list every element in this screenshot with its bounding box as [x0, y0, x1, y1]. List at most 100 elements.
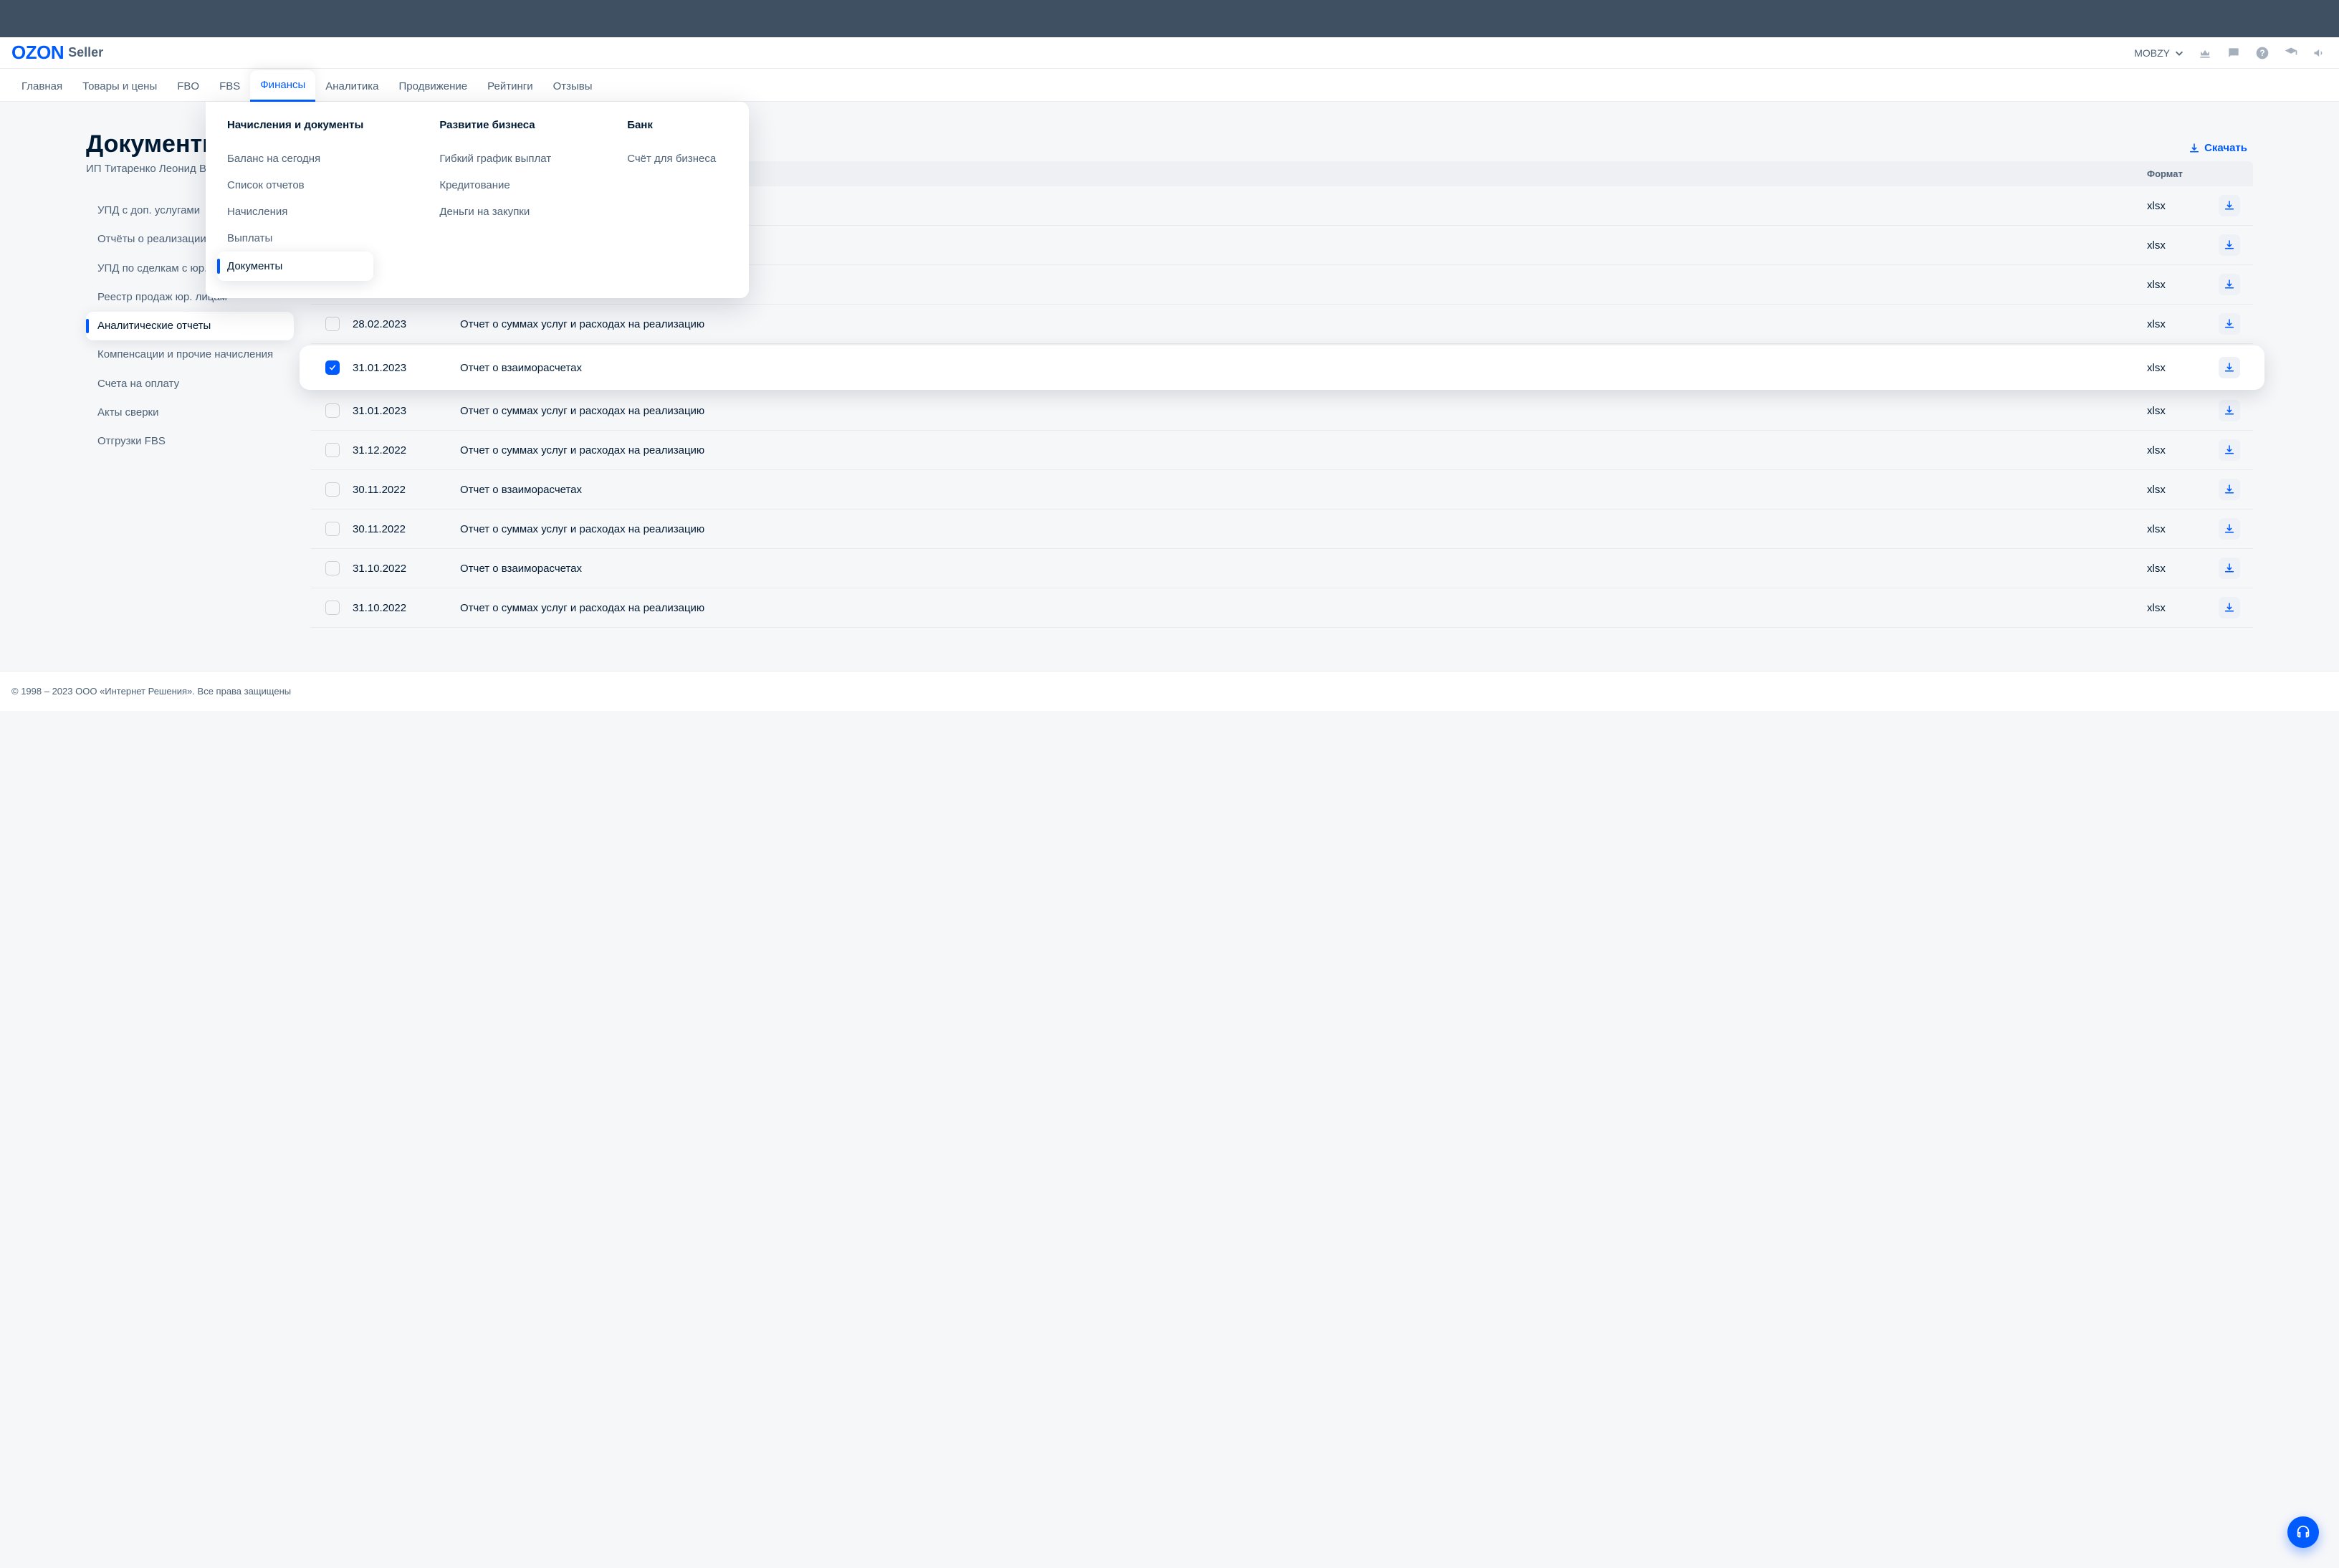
dropdown-item[interactable]: Список отчетов [227, 172, 363, 199]
row-name: Отчет о суммах услуг и расходах на реали… [456, 523, 2147, 535]
row-date: 31.12.2022 [348, 444, 456, 456]
row-download-button[interactable] [2219, 558, 2240, 579]
row-download-button[interactable] [2219, 597, 2240, 618]
sidebar-item-6[interactable]: Счета на оплату [86, 370, 294, 398]
support-chat-fab[interactable] [2287, 1516, 2319, 1548]
row-download-button[interactable] [2219, 479, 2240, 500]
download-icon [2224, 279, 2235, 290]
sidebar-item-5[interactable]: Компенсации и прочие начисления [86, 340, 294, 369]
sidebar-item-4[interactable]: Аналитические отчеты [86, 312, 294, 340]
table-row: 31.01.2023Отчет о суммах услуг и расхода… [311, 391, 2253, 431]
row-format: xlsx [2147, 563, 2211, 575]
table-row: 28.02.2023Отчет о суммах услуг и расхода… [311, 305, 2253, 344]
dropdown-column-title: Банк [627, 119, 727, 131]
row-format: xlsx [2147, 200, 2211, 212]
row-format: xlsx [2147, 444, 2211, 456]
help-icon[interactable]: ? [2254, 45, 2270, 61]
row-download-button[interactable] [2219, 439, 2240, 461]
row-format: xlsx [2147, 602, 2211, 614]
chat-icon[interactable] [2226, 45, 2242, 61]
download-icon [2224, 484, 2235, 495]
footer: © 1998 – 2023 ООО «Интернет Решения». Вс… [0, 671, 2339, 711]
sidebar-item-7[interactable]: Акты сверки [86, 398, 294, 427]
nav-item-5[interactable]: Аналитика [315, 72, 388, 101]
account-name: MOBZY [2134, 47, 2170, 59]
row-download-button[interactable] [2219, 518, 2240, 540]
download-icon [2224, 523, 2235, 535]
row-download-button[interactable] [2219, 357, 2240, 378]
sidebar-item-8[interactable]: Отгрузки FBS [86, 427, 294, 456]
row-download-button[interactable] [2219, 195, 2240, 216]
header: OZON Seller MOBZY ? [0, 37, 2339, 69]
download-icon [2224, 444, 2235, 456]
row-download-button[interactable] [2219, 400, 2240, 421]
row-checkbox[interactable] [325, 601, 340, 615]
download-icon [2224, 200, 2235, 211]
row-format: xlsx [2147, 279, 2211, 291]
download-icon [2224, 405, 2235, 416]
logo[interactable]: OZON Seller [11, 42, 103, 64]
row-name: Отчет о суммах услуг и расходах на реали… [456, 444, 2147, 456]
table-row: 31.10.2022Отчет о суммах услуг и расхода… [311, 588, 2253, 628]
row-checkbox[interactable] [325, 522, 340, 536]
nav-item-2[interactable]: FBO [167, 72, 209, 101]
dropdown-item[interactable]: Выплаты [227, 225, 363, 252]
row-name: Отчет о взаиморасчетах [456, 484, 2147, 496]
row-checkbox[interactable] [325, 561, 340, 575]
nav-item-8[interactable]: Отзывы [543, 72, 603, 101]
download-all-button[interactable]: Скачать [2189, 142, 2247, 154]
dropdown-item[interactable]: Кредитование [439, 172, 551, 199]
dropdown-column-1: Развитие бизнесаГибкий график выплатКред… [418, 119, 573, 281]
table-row: 31.12.2022Отчет о суммах услуг и расхода… [311, 431, 2253, 470]
row-checkbox[interactable] [325, 443, 340, 457]
headset-icon [2295, 1524, 2311, 1540]
dropdown-item[interactable]: Деньги на закупки [439, 199, 551, 225]
table-row: 30.11.2022Отчет о суммах услуг и расхода… [311, 510, 2253, 549]
dropdown-item[interactable]: Счёт для бизнеса [627, 145, 727, 172]
download-icon [2224, 318, 2235, 330]
row-name: Отчет о взаиморасчетах [456, 563, 2147, 575]
nav-item-6[interactable]: Продвижение [389, 72, 478, 101]
dropdown-column-0: Начисления и документыБаланс на сегодняС… [206, 119, 385, 281]
dropdown-item[interactable]: Начисления [227, 199, 363, 225]
row-date: 30.11.2022 [348, 523, 456, 535]
row-download-button[interactable] [2219, 234, 2240, 256]
row-checkbox[interactable] [325, 317, 340, 331]
graduation-icon[interactable] [2283, 45, 2299, 61]
nav-item-1[interactable]: Товары и цены [72, 72, 167, 101]
table-row: 30.11.2022Отчет о взаиморасчетахxlsx [311, 470, 2253, 510]
nav-item-4[interactable]: Финансы [250, 70, 315, 102]
dropdown-item[interactable]: Документы [217, 252, 373, 281]
nav-item-3[interactable]: FBS [209, 72, 250, 101]
row-format: xlsx [2147, 239, 2211, 252]
megaphone-icon[interactable] [2312, 45, 2328, 61]
row-name: Отчет о суммах услуг и расходах на реали… [456, 318, 2147, 330]
account-menu[interactable]: MOBZY [2134, 47, 2184, 59]
row-date: 31.10.2022 [348, 602, 456, 614]
row-download-button[interactable] [2219, 313, 2240, 335]
download-icon [2224, 563, 2235, 574]
row-date: 28.02.2023 [348, 318, 456, 330]
dropdown-column-2: Банк Счёт для бизнеса [606, 119, 749, 281]
nav-item-0[interactable]: Главная [11, 72, 72, 101]
col-format-header: Формат [2147, 168, 2211, 179]
svg-text:?: ? [2259, 49, 2264, 58]
row-checkbox[interactable] [325, 403, 340, 418]
download-icon [2189, 143, 2200, 154]
row-checkbox[interactable] [325, 482, 340, 497]
dropdown-item[interactable]: Баланс на сегодня [227, 145, 363, 172]
navbar: ГлавнаяТовары и ценыFBOFBSФинансыАналити… [0, 69, 2339, 102]
header-right: MOBZY ? [2134, 45, 2328, 61]
row-format: xlsx [2147, 484, 2211, 496]
row-format: xlsx [2147, 362, 2211, 374]
nav-item-7[interactable]: Рейтинги [477, 72, 542, 101]
row-download-button[interactable] [2219, 274, 2240, 295]
crown-icon[interactable] [2197, 45, 2213, 61]
table-row: 31.01.2023Отчет о взаиморасчетахxlsx [300, 345, 2264, 390]
row-format: xlsx [2147, 405, 2211, 417]
download-icon [2224, 362, 2235, 373]
row-checkbox[interactable] [325, 360, 340, 375]
dropdown-item[interactable]: Гибкий график выплат [439, 145, 551, 172]
row-date: 31.10.2022 [348, 563, 456, 575]
row-name: Отчет о суммах услуг и расходах на реали… [456, 405, 2147, 417]
